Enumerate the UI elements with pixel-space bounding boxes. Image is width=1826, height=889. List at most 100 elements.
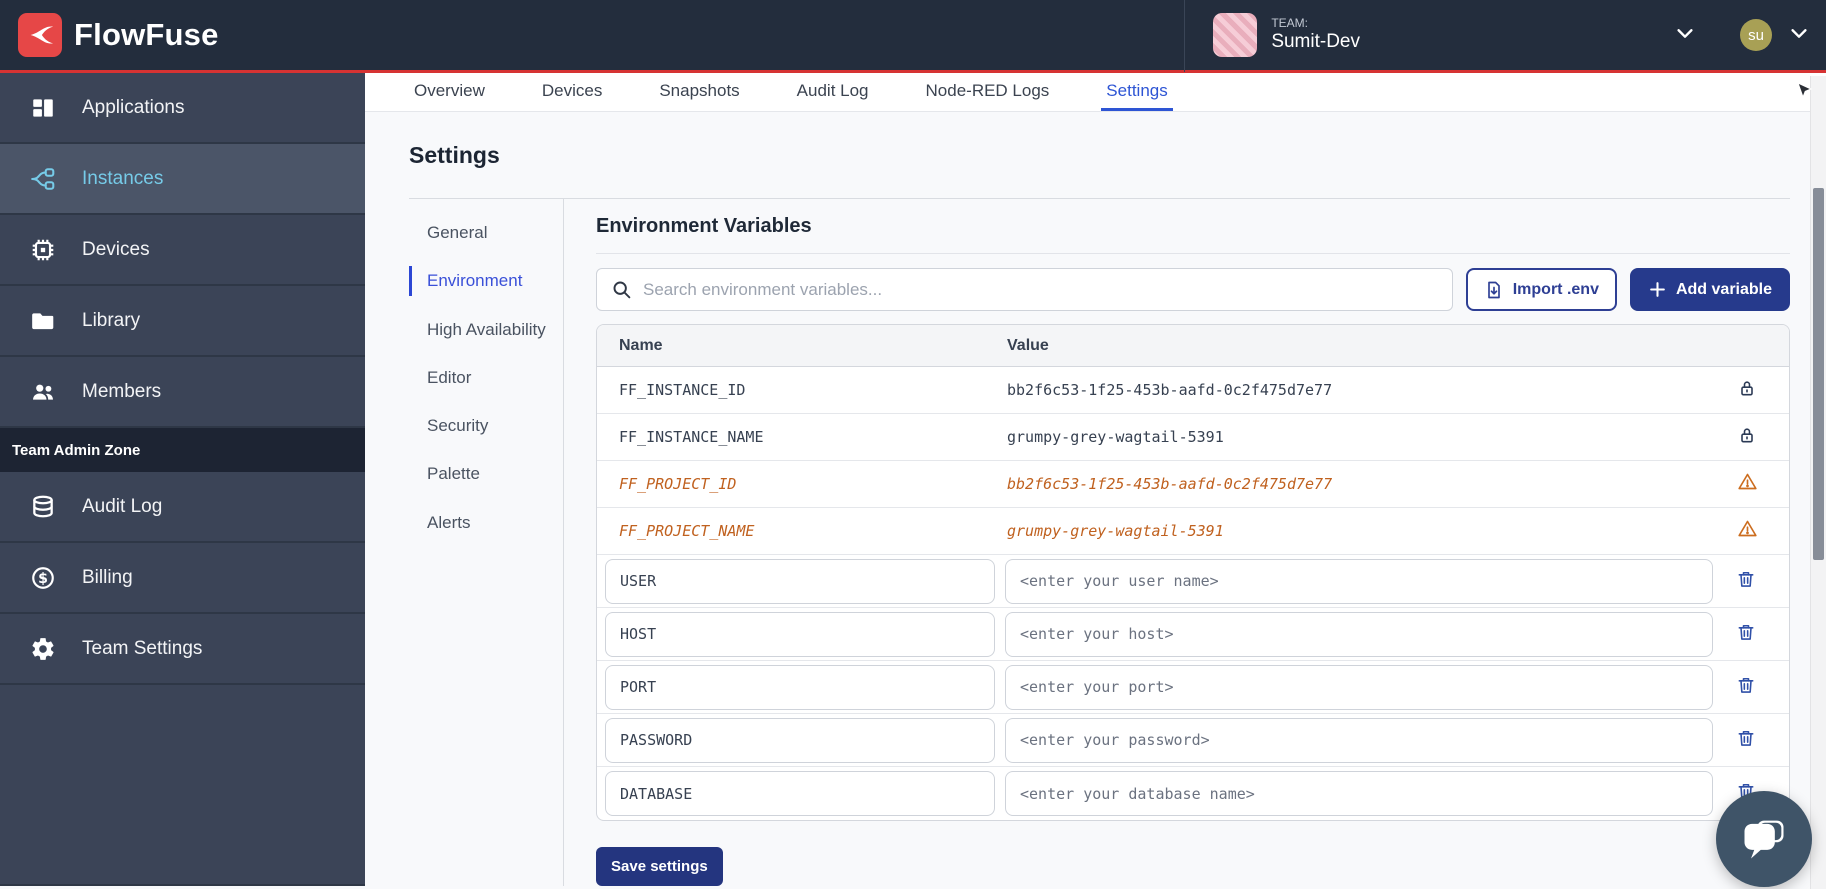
subnav-item-general[interactable]: General <box>409 218 563 247</box>
user-menu[interactable]: su <box>1740 19 1810 51</box>
env-var-name-input[interactable] <box>605 718 995 763</box>
env-var-name: FF_PROJECT_NAME <box>597 522 1007 540</box>
env-var-name-input[interactable] <box>605 665 995 710</box>
scrollbar-thumb[interactable] <box>1813 188 1824 560</box>
env-var-name-input[interactable] <box>605 612 995 657</box>
library-icon <box>30 308 56 334</box>
env-var-value: grumpy-grey-wagtail-5391 <box>1007 522 1705 540</box>
import-env-label: Import .env <box>1513 281 1599 299</box>
sidebar: Applications Instances Devices Library <box>0 73 365 886</box>
env-var-value-input[interactable] <box>1005 559 1713 604</box>
sidebar-item-label: Applications <box>82 97 184 119</box>
subnav-item-high-availability[interactable]: High Availability <box>409 315 563 344</box>
trash-icon[interactable] <box>1736 675 1756 700</box>
warning-icon <box>1737 471 1758 497</box>
sidebar-item-members[interactable]: Members <box>0 357 365 428</box>
sidebar-item-label: Billing <box>82 567 133 589</box>
flowfuse-logo-glyph <box>25 20 55 50</box>
page-scrollbar[interactable] <box>1810 76 1826 889</box>
search-input[interactable] <box>643 280 1438 300</box>
add-variable-label: Add variable <box>1676 281 1772 299</box>
chat-icon <box>1738 813 1790 865</box>
env-heading-divider <box>596 253 1790 254</box>
tab-settings[interactable]: Settings <box>1101 73 1172 111</box>
env-var-name: FF_PROJECT_ID <box>597 475 1007 493</box>
tab-devices[interactable]: Devices <box>537 73 607 111</box>
table-header-row: Name Value <box>597 325 1789 367</box>
instance-tabbar: Overview Devices Snapshots Audit Log Nod… <box>365 73 1826 112</box>
lock-icon <box>1737 378 1757 403</box>
top-header: FlowFuse TEAM: Sumit-Dev su <box>0 0 1826 73</box>
sidebar-item-label: Members <box>82 381 161 403</box>
save-settings-button[interactable]: Save settings <box>596 847 723 886</box>
env-var-value-input[interactable] <box>1005 771 1713 816</box>
sidebar-item-label: Instances <box>82 168 163 190</box>
import-file-icon <box>1484 280 1504 300</box>
team-chevron-down-icon[interactable] <box>1674 22 1696 49</box>
import-env-button[interactable]: Import .env <box>1466 268 1617 311</box>
brand[interactable]: FlowFuse <box>18 13 219 57</box>
mouse-cursor <box>1797 82 1813 105</box>
user-chevron-down-icon[interactable] <box>1788 22 1810 49</box>
env-var-value-input[interactable] <box>1005 718 1713 763</box>
sidebar-item-billing[interactable]: $ Billing <box>0 543 365 614</box>
table-row: FF_PROJECT_ID bb2f6c53-1f25-453b-aafd-0c… <box>597 461 1789 508</box>
tab-node-red-logs[interactable]: Node-RED Logs <box>921 73 1055 111</box>
user-avatar[interactable]: su <box>1740 19 1772 51</box>
header-divider <box>1184 0 1185 72</box>
env-variables-table: Name Value FF_INSTANCE_ID bb2f6c53-1f25-… <box>596 324 1790 821</box>
sidebar-item-library[interactable]: Library <box>0 286 365 357</box>
trash-icon[interactable] <box>1736 728 1756 753</box>
lock-icon <box>1737 425 1757 450</box>
tab-audit-log[interactable]: Audit Log <box>792 73 874 111</box>
flowfuse-app: FlowFuse TEAM: Sumit-Dev su <box>0 0 1826 889</box>
table-row <box>597 661 1789 714</box>
flowfuse-logo-icon <box>18 13 62 57</box>
subnav-item-environment[interactable]: Environment <box>409 266 563 295</box>
trash-icon[interactable] <box>1736 622 1756 647</box>
sidebar-item-instances[interactable]: Instances <box>0 144 365 215</box>
subnav-item-editor[interactable]: Editor <box>409 363 563 392</box>
table-row: FF_INSTANCE_NAME grumpy-grey-wagtail-539… <box>597 414 1789 461</box>
billing-icon: $ <box>30 565 56 591</box>
database-icon <box>30 494 56 520</box>
team-selector[interactable]: TEAM: Sumit-Dev <box>1213 13 1696 57</box>
env-var-name: FF_INSTANCE_ID <box>597 381 1007 399</box>
table-row: FF_INSTANCE_ID bb2f6c53-1f25-453b-aafd-0… <box>597 367 1789 414</box>
plus-icon <box>1648 280 1667 299</box>
column-header-name: Name <box>597 337 1007 355</box>
sidebar-item-team-settings[interactable]: Team Settings <box>0 614 365 685</box>
sidebar-item-label: Devices <box>82 239 150 261</box>
subnav-item-palette[interactable]: Palette <box>409 459 563 488</box>
env-var-name-input[interactable] <box>605 771 995 816</box>
sidebar-item-devices[interactable]: Devices <box>0 215 365 286</box>
instances-icon <box>30 166 56 192</box>
tab-snapshots[interactable]: Snapshots <box>654 73 744 111</box>
env-var-name-input[interactable] <box>605 559 995 604</box>
search-icon <box>611 279 632 300</box>
tab-overview[interactable]: Overview <box>409 73 490 111</box>
add-variable-button[interactable]: Add variable <box>1630 268 1790 311</box>
sidebar-filler <box>0 685 365 886</box>
sidebar-item-label: Team Settings <box>82 638 202 660</box>
sidebar-item-audit-log[interactable]: Audit Log <box>0 472 365 543</box>
page-title: Settings <box>409 142 1790 169</box>
sidebar-item-applications[interactable]: Applications <box>0 73 365 144</box>
members-icon <box>30 379 56 405</box>
env-var-value: bb2f6c53-1f25-453b-aafd-0c2f475d7e77 <box>1007 381 1705 399</box>
env-var-value-input[interactable] <box>1005 665 1713 710</box>
trash-icon[interactable] <box>1736 569 1756 594</box>
devices-icon <box>30 237 56 263</box>
column-header-value: Value <box>1007 337 1705 355</box>
brand-name: FlowFuse <box>74 17 219 53</box>
subnav-item-security[interactable]: Security <box>409 411 563 440</box>
svg-text:$: $ <box>38 570 48 586</box>
env-variables-heading: Environment Variables <box>596 215 1790 238</box>
team-admin-zone-label: Team Admin Zone <box>0 428 365 472</box>
env-search-box[interactable] <box>596 268 1453 311</box>
chat-widget-button[interactable] <box>1716 791 1812 887</box>
subnav-item-alerts[interactable]: Alerts <box>409 508 563 537</box>
env-var-value: grumpy-grey-wagtail-5391 <box>1007 428 1705 446</box>
table-row: FF_PROJECT_NAME grumpy-grey-wagtail-5391 <box>597 508 1789 555</box>
env-var-value-input[interactable] <box>1005 612 1713 657</box>
